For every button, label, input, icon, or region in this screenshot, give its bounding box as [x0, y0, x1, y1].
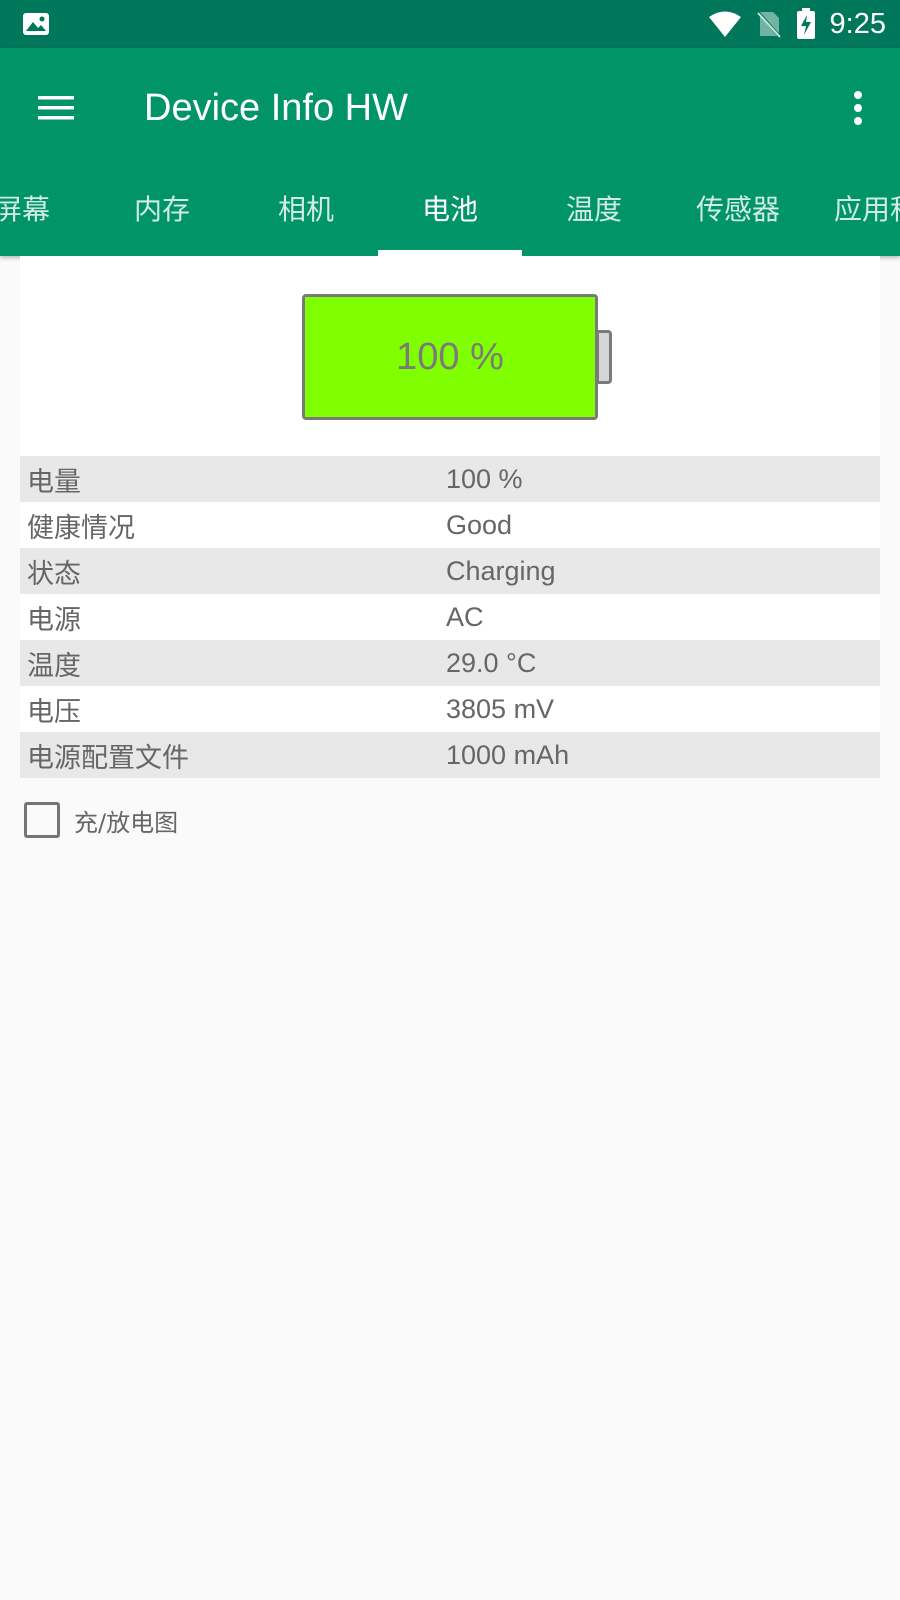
table-row: 健康情况 Good — [20, 502, 880, 548]
tab-sensors[interactable]: 传感器 — [666, 160, 810, 256]
row-value: 3805 mV — [446, 693, 555, 724]
row-value: 29.0 °C — [446, 647, 537, 678]
app-title: Device Info HW — [144, 87, 408, 129]
battery-level-text: 100 % — [396, 335, 504, 378]
tab-memory[interactable]: 内存 — [90, 160, 234, 256]
row-label: 电压 — [27, 696, 81, 728]
wifi-icon — [708, 11, 741, 37]
table-row: 温度 29.0 °C — [20, 640, 880, 686]
table-row: 电源 AC — [20, 594, 880, 640]
more-dots-glyph — [854, 91, 862, 125]
hamburger-glyph — [38, 96, 74, 120]
row-value: 100 % — [446, 463, 523, 494]
row-label: 电源 — [27, 604, 81, 636]
tab-screen[interactable]: 屏幕 — [0, 160, 94, 256]
table-row: 电量 100 % — [20, 456, 880, 502]
row-label: 温度 — [27, 650, 81, 682]
menu-icon[interactable] — [30, 82, 82, 134]
table-row: 电源配置文件 1000 mAh — [20, 732, 880, 778]
battery-charging-icon — [796, 8, 815, 39]
no-sim-icon — [755, 10, 782, 39]
battery-info-table: 电量 100 % 健康情况 Good 状态 Charging 电源 AC 温度 … — [20, 456, 880, 778]
status-bar: 9:25 — [0, 0, 900, 48]
chart-toggle-label: 充/放电图 — [74, 808, 179, 837]
row-value: Charging — [446, 555, 556, 586]
battery-gauge: 100 % — [302, 294, 612, 422]
app-bar: Device Info HW 屏幕 内存 相机 电池 温度 传感器 应用程 — [0, 48, 900, 256]
row-label: 电源配置文件 — [27, 742, 189, 774]
chart-toggle[interactable]: 充/放电图 — [24, 800, 178, 840]
more-vert-icon[interactable] — [838, 82, 878, 134]
battery-card: 100 % 电量 100 % 健康情况 Good 状态 Charging 电源 … — [20, 256, 880, 778]
battery-terminal — [596, 330, 612, 384]
chart-checkbox[interactable] — [24, 802, 60, 838]
tab-apps[interactable]: 应用程 — [810, 160, 900, 256]
row-label: 电量 — [27, 466, 81, 498]
table-row: 状态 Charging — [20, 548, 880, 594]
row-label: 健康情况 — [27, 512, 135, 544]
battery-body: 100 % — [302, 294, 598, 420]
row-value: 1000 mAh — [446, 739, 570, 770]
row-label: 状态 — [27, 558, 81, 590]
tab-battery[interactable]: 电池 — [378, 160, 522, 256]
tab-bar: 屏幕 内存 相机 电池 温度 传感器 应用程 — [0, 160, 900, 256]
row-value: Good — [446, 509, 513, 540]
tab-camera[interactable]: 相机 — [234, 160, 378, 256]
table-row: 电压 3805 mV — [20, 686, 880, 732]
clock: 9:25 — [829, 7, 886, 40]
image-icon — [23, 13, 49, 35]
row-value: AC — [446, 601, 484, 632]
tab-temperature[interactable]: 温度 — [522, 160, 666, 256]
